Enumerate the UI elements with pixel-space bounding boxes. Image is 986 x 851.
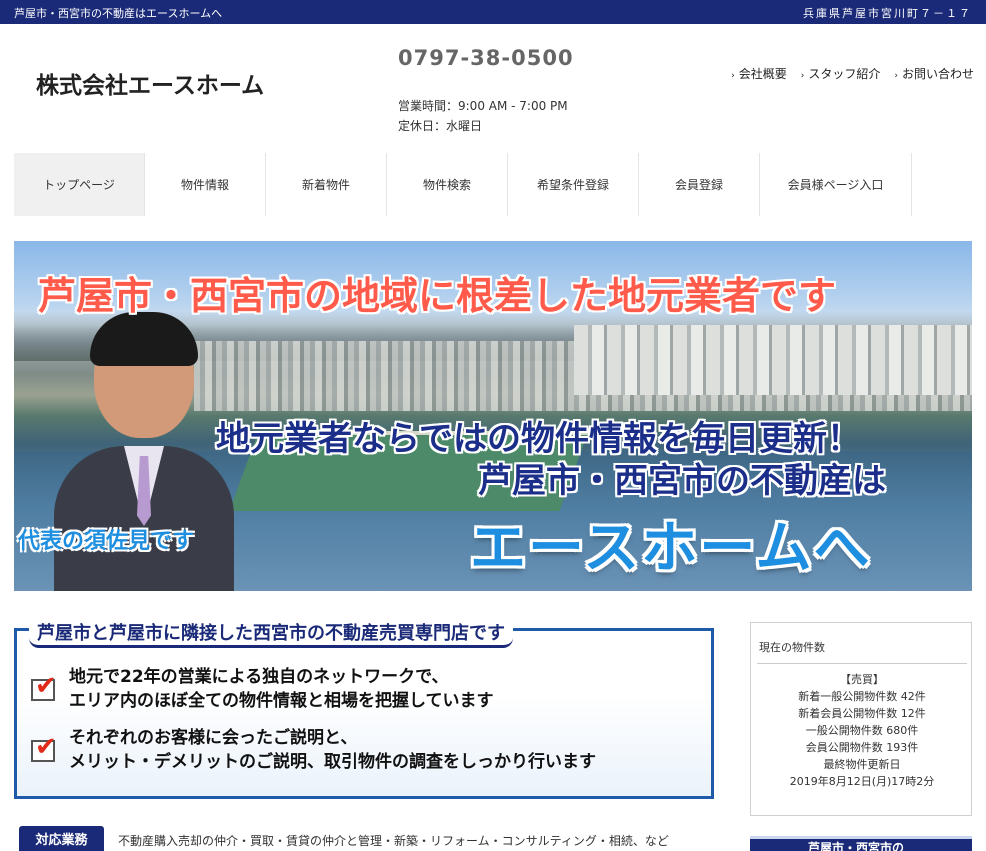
nav-new-properties[interactable]: 新着物件 xyxy=(266,153,387,216)
phone-number[interactable]: 0797-38-0500 xyxy=(398,46,574,70)
link-staff[interactable]: › スタッフ紹介 xyxy=(801,65,881,82)
link-contact[interactable]: › お問い合わせ xyxy=(894,65,974,82)
global-nav: トップページ 物件情報 新着物件 物件検索 希望条件登録 会員登録 会員様ページ… xyxy=(14,153,912,216)
company-logo[interactable]: 株式会社エースホーム xyxy=(36,66,264,100)
checkbox-icon: ✔ xyxy=(31,734,57,762)
nav-member-register[interactable]: 会員登録 xyxy=(639,153,760,216)
checkbox-icon: ✔ xyxy=(31,673,57,701)
nav-member-page[interactable]: 会員様ページ入口 xyxy=(760,153,912,216)
hero-brand: エースホームへ xyxy=(470,516,872,581)
chevron-right-icon: › xyxy=(894,71,898,81)
property-count-title: 現在の物件数 xyxy=(759,641,825,654)
services-text: 不動産購入売却の仲介・買取・賃貸の仲介と管理・新築・リフォーム・コンサルティング… xyxy=(118,834,669,848)
hero-banner: 芦屋市・西宮市の地域に根差した地元業者です 地元業者ならではの物件情報を毎日更新… xyxy=(14,241,972,591)
divider xyxy=(757,663,967,664)
updated-label: 最終物件更新日 xyxy=(823,758,901,771)
property-stats: 【売買】 新着一般公開物件数 42件 新着会員公開物件数 12件 一般公開物件数… xyxy=(751,671,973,790)
feature-title: 芦屋市と芦屋市に隣接した西宮市の不動産売買専門店です xyxy=(29,619,513,648)
link-company-profile[interactable]: › 会社概要 xyxy=(731,65,787,82)
check-icon: ✔ xyxy=(35,732,57,762)
hero-caption: 代表の須佐見です xyxy=(18,529,195,554)
hours-text: 営業時間：9:00 AM - 7:00 PM xyxy=(398,99,568,113)
feature-point: ✔ それぞれのお客様に会ったご説明と、 メリット・デメリットのご説明、取引物件の… xyxy=(31,726,596,774)
holiday-text: 定休日：水曜日 xyxy=(398,119,483,133)
hero-line-3: 芦屋市・西宮市の不動産は xyxy=(478,461,886,501)
feature-box: 芦屋市と芦屋市に隣接した西宮市の不動産売買専門店です ✔ 地元で22年の営業によ… xyxy=(14,619,714,799)
site-tagline: 芦屋市・西宮市の不動産はエースホームへ xyxy=(14,7,223,20)
nav-properties[interactable]: 物件情報 xyxy=(145,153,266,216)
feature-point: ✔ 地元で22年の営業による独自のネットワークで、 エリア内のほぼ全ての物件情報… xyxy=(31,665,494,713)
stat-row: 一般公開物件数 680件 xyxy=(805,724,919,737)
company-address: 兵庫県芦屋市宮川町７－１７ xyxy=(803,7,972,20)
hero-towers xyxy=(574,325,972,395)
stat-row: 新着一般公開物件数 42件 xyxy=(798,690,926,703)
chevron-right-icon: › xyxy=(800,71,805,81)
nav-top[interactable]: トップページ xyxy=(14,153,145,216)
services-label: 対応業務 xyxy=(19,826,104,851)
nav-wish-register[interactable]: 希望条件登録 xyxy=(508,153,639,216)
updated-value: 2019年8月12日(月)17時2分 xyxy=(789,775,935,788)
stat-row: 会員公開物件数 193件 xyxy=(805,741,919,754)
header-links: › 会社概要 › スタッフ紹介 › お問い合わせ xyxy=(731,65,974,82)
business-hours: 営業時間：9:00 AM - 7:00 PM 定休日：水曜日 xyxy=(398,96,568,136)
check-icon: ✔ xyxy=(35,671,57,701)
stat-row: 新着会員公開物件数 12件 xyxy=(798,707,926,720)
nav-search[interactable]: 物件検索 xyxy=(387,153,508,216)
side-banner[interactable]: 芦屋市・西宮市の xyxy=(750,836,972,851)
hero-headline: 芦屋市・西宮市の地域に根差した地元業者です xyxy=(38,274,837,318)
chevron-right-icon: › xyxy=(731,71,735,81)
top-bar: 芦屋市・西宮市の不動産はエースホームへ 兵庫県芦屋市宮川町７－１７ xyxy=(0,0,986,24)
property-count-box: 現在の物件数 【売買】 新着一般公開物件数 42件 新着会員公開物件数 12件 … xyxy=(750,622,972,816)
